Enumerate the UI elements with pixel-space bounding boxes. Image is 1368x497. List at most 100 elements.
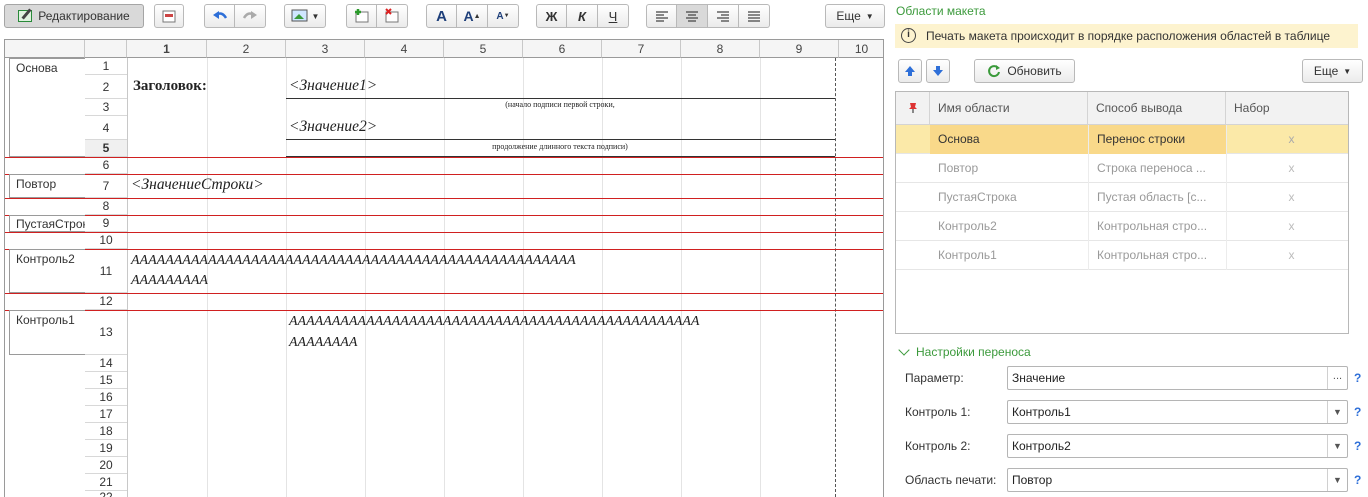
help-icon[interactable]: ? [1354, 405, 1361, 419]
align-justify-button[interactable] [739, 4, 770, 28]
column-header[interactable]: 7 [602, 40, 681, 58]
chevron-down-icon[interactable]: ▼ [1327, 435, 1347, 457]
bold-button[interactable]: Ж [536, 4, 567, 28]
cell-caption1[interactable]: (начало подписи первой строки, [444, 100, 676, 109]
font-decrease-button[interactable]: A ▼ [488, 4, 519, 28]
table-row[interactable]: ПустаяСтрока Пустая область [с... x [896, 183, 1348, 212]
column-method-header[interactable]: Способ вывода [1088, 92, 1226, 125]
row-number[interactable]: 6 [85, 157, 127, 174]
row-number[interactable]: 1 [85, 58, 127, 75]
print-area-select[interactable]: Повтор ▼ [1007, 468, 1348, 492]
cell-value2[interactable]: <Значение2> [289, 118, 377, 136]
move-up-button[interactable] [898, 59, 922, 83]
row-number[interactable]: 2 [85, 75, 127, 99]
column-header[interactable]: 5 [444, 40, 523, 58]
italic-button[interactable]: К [567, 4, 598, 28]
help-icon[interactable]: ? [1354, 371, 1361, 385]
cell-control2-line2[interactable]: ААААААААА [131, 273, 208, 289]
edit-mode-button[interactable]: Редактирование [4, 4, 144, 28]
table-row[interactable]: Контроль2 Контрольная стро... x [896, 212, 1348, 241]
more-button[interactable]: Еще ▼ [825, 4, 885, 28]
cell-caption2[interactable]: продолжение длинного текста подписи) [435, 142, 685, 151]
areas-table[interactable]: Имя области Способ вывода Набор Основа Пе… [895, 91, 1349, 334]
help-icon[interactable]: ? [1354, 473, 1361, 487]
area-povtor[interactable]: Повтор [9, 174, 85, 198]
row-set[interactable]: x [1226, 241, 1348, 270]
row-number[interactable]: 13 [85, 310, 127, 355]
column-name-header[interactable]: Имя области [930, 92, 1088, 125]
column-header[interactable]: 3 [286, 40, 365, 58]
move-down-button[interactable] [926, 59, 950, 83]
table-row[interactable]: Повтор Строка переноса ... x [896, 154, 1348, 183]
table-row[interactable]: Основа Перенос строки x [896, 125, 1348, 154]
row-number[interactable]: 22 [85, 491, 127, 497]
row-method: Контрольная стро... [1088, 212, 1226, 241]
help-icon[interactable]: ? [1354, 439, 1361, 453]
area-kontrol2[interactable]: Контроль2 [9, 249, 85, 293]
row-number[interactable]: 18 [85, 423, 127, 440]
area-pustaya-stroka[interactable]: ПустаяСтрока [9, 215, 85, 232]
insert-cells-button[interactable] [346, 4, 377, 28]
undo-button[interactable] [204, 4, 235, 28]
settings-group-header[interactable]: Настройки переноса [898, 344, 1031, 359]
ctrl2-select[interactable]: Контроль2 ▼ [1007, 434, 1348, 458]
align-right-button[interactable] [708, 4, 739, 28]
row-number[interactable]: 12 [85, 293, 127, 310]
column-set-header[interactable]: Набор [1226, 92, 1348, 125]
area-osnova[interactable]: Основа [9, 58, 85, 157]
align-center-button[interactable] [677, 4, 708, 28]
cell-control2-line1[interactable]: АААААААААААААААААААААААААААААААААААААААА… [131, 253, 576, 269]
row-number[interactable]: 20 [85, 457, 127, 474]
row-number[interactable]: 11 [85, 249, 127, 293]
row-number[interactable]: 3 [85, 99, 127, 116]
refresh-button[interactable]: Обновить [974, 59, 1075, 83]
param-field[interactable]: Значение... [1007, 366, 1348, 390]
column-header[interactable]: 1 [127, 40, 207, 58]
row-number[interactable]: 7 [85, 174, 127, 198]
cell-header[interactable]: Заголовок: [133, 78, 207, 95]
align-left-button[interactable] [646, 4, 677, 28]
cell-value1[interactable]: <Значение1> [289, 77, 377, 95]
row-number[interactable]: 14 [85, 355, 127, 372]
insert-picture-button[interactable]: ▼ [284, 4, 326, 28]
row-set[interactable]: x [1226, 154, 1348, 183]
chevron-down-icon[interactable]: ▼ [1327, 401, 1347, 423]
row-number[interactable]: 15 [85, 372, 127, 389]
row-number[interactable]: 5 [85, 140, 127, 157]
page-setup-button[interactable] [154, 4, 184, 28]
row-number[interactable]: 17 [85, 406, 127, 423]
row-set[interactable]: x [1226, 212, 1348, 241]
font-button[interactable]: A [426, 4, 457, 28]
ctrl1-select[interactable]: Контроль1 ▼ [1007, 400, 1348, 424]
row-number[interactable]: 8 [85, 198, 127, 215]
panel-more-button[interactable]: Еще ▼ [1302, 59, 1363, 83]
column-header[interactable]: 8 [681, 40, 760, 58]
delete-cells-button[interactable] [377, 4, 408, 28]
row-number[interactable]: 9 [85, 215, 127, 232]
column-header[interactable]: 10 [839, 40, 883, 58]
column-header[interactable]: 4 [365, 40, 444, 58]
column-header[interactable]: 6 [523, 40, 602, 58]
row-number[interactable]: 4 [85, 116, 127, 140]
row-number[interactable]: 16 [85, 389, 127, 406]
cell-control1-line1[interactable]: АААААААААААААААААААААААААААААААААААААААА… [289, 314, 699, 330]
cell-control1-line2[interactable]: АААААААА [289, 335, 357, 351]
pin-column-header[interactable] [896, 92, 930, 125]
cell-row-value[interactable]: <ЗначениеСтроки> [131, 176, 264, 194]
ellipsis-button[interactable]: ... [1327, 367, 1347, 389]
table-row[interactable]: Контроль1 Контрольная стро... x [896, 241, 1348, 270]
redo-button[interactable] [235, 4, 266, 28]
row-number[interactable]: 21 [85, 474, 127, 491]
area-kontrol1[interactable]: Контроль1 [9, 310, 85, 355]
chevron-down-icon[interactable]: ▼ [1327, 469, 1347, 491]
row-number[interactable]: 19 [85, 440, 127, 457]
row-method: Перенос строки [1088, 125, 1226, 154]
column-header[interactable]: 9 [760, 40, 839, 58]
font-increase-button[interactable]: A ▲ [457, 4, 488, 28]
row-set[interactable]: x [1226, 183, 1348, 212]
column-header[interactable]: 2 [207, 40, 286, 58]
row-number[interactable]: 10 [85, 232, 127, 249]
underline-button[interactable]: Ч [598, 4, 629, 28]
row-set[interactable]: x [1226, 125, 1348, 154]
spreadsheet[interactable]: 1 2 3 4 5 6 7 8 9 10 1 2 3 4 5 6 7 8 9 1… [4, 39, 884, 497]
